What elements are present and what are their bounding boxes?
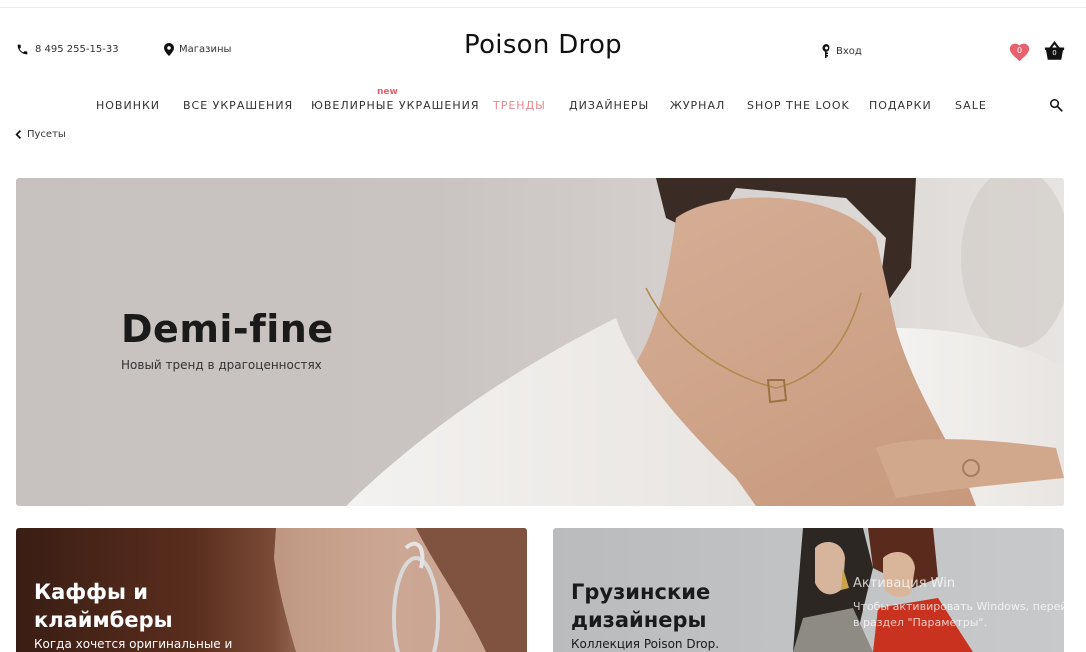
activation-watermark-title: Активация Win	[853, 576, 956, 591]
nav-item-sale[interactable]: SALE	[955, 99, 987, 112]
nav-item-shop-the-look[interactable]: SHOP THE LOOK	[747, 99, 850, 112]
breadcrumb-back[interactable]: Пусеты	[15, 129, 66, 140]
card-subtitle: Коллекция Poison Drop.	[571, 637, 720, 651]
phone-icon	[17, 44, 28, 55]
card-title-line2: клаймберы	[34, 608, 173, 632]
login-link[interactable]: Вход	[822, 44, 862, 58]
new-badge: new	[377, 87, 398, 97]
cart-count: 0	[1052, 49, 1057, 57]
card-title-line2: дизайнеры	[571, 608, 707, 632]
stores-link[interactable]: Магазины	[164, 43, 231, 56]
search-icon	[1049, 98, 1063, 112]
key-icon	[822, 44, 830, 58]
card-title-line1: Каффы и	[34, 580, 149, 604]
card-title: Каффы и клаймберы	[34, 578, 173, 634]
map-pin-icon	[164, 43, 174, 56]
card-subtitle: Когда хочется оригинальные и	[34, 637, 233, 651]
card-title: Грузинские дизайнеры	[571, 578, 710, 634]
breadcrumb-label: Пусеты	[27, 129, 66, 140]
logo-wrapper: Poison Drop	[0, 30, 1086, 60]
phone-number: 8 495 255-15-33	[35, 44, 119, 55]
nav-item-designers[interactable]: ДИЗАЙНЕРЫ	[569, 99, 649, 112]
cart-button[interactable]: 0	[1044, 40, 1065, 62]
nav-item-fine-jewelry[interactable]: ЮВЕЛИРНЫЕ УКРАШЕНИЯ	[311, 99, 479, 112]
card-title-line1: Грузинские	[571, 580, 711, 604]
phone-link[interactable]: 8 495 255-15-33	[16, 43, 119, 56]
chevron-left-icon	[15, 130, 22, 139]
nav-item-novinki[interactable]: НОВИНКИ	[96, 99, 160, 112]
nav-item-gifts[interactable]: ПОДАРКИ	[869, 99, 932, 112]
hero-subtitle: Новый тренд в драгоценностях	[121, 358, 322, 372]
main-nav: НОВИНКИ ВСЕ УКРАШЕНИЯ ЮВЕЛИРНЫЕ УКРАШЕНИ…	[0, 99, 1086, 113]
login-label: Вход	[836, 45, 862, 57]
favorites-button[interactable]: 0	[1009, 42, 1030, 62]
search-button[interactable]	[1049, 97, 1063, 116]
promo-card-georgian-designers[interactable]: Грузинские дизайнеры Коллекция Poison Dr…	[553, 528, 1064, 652]
nav-item-trends[interactable]: ТРЕНДЫ	[493, 99, 546, 112]
top-border	[0, 0, 1086, 8]
favorites-count: 0	[1016, 46, 1023, 55]
nav-item-journal[interactable]: ЖУРНАЛ	[670, 99, 725, 112]
nav-item-all-jewelry[interactable]: ВСЕ УКРАШЕНИЯ	[183, 99, 293, 112]
hero-title: Demi-fine	[121, 307, 334, 351]
activation-watermark-text-2: в раздел "Параметры".	[853, 616, 987, 629]
logo[interactable]: Poison Drop	[464, 30, 622, 60]
hero-banner[interactable]: Demi-fine Новый тренд в драгоценностях	[16, 178, 1064, 506]
activation-watermark-text: Чтобы активировать Windows, перейдите	[853, 600, 1064, 613]
stores-label: Магазины	[179, 44, 232, 55]
promo-card-cuffs[interactable]: Каффы и клаймберы Когда хочется оригинал…	[16, 528, 527, 652]
